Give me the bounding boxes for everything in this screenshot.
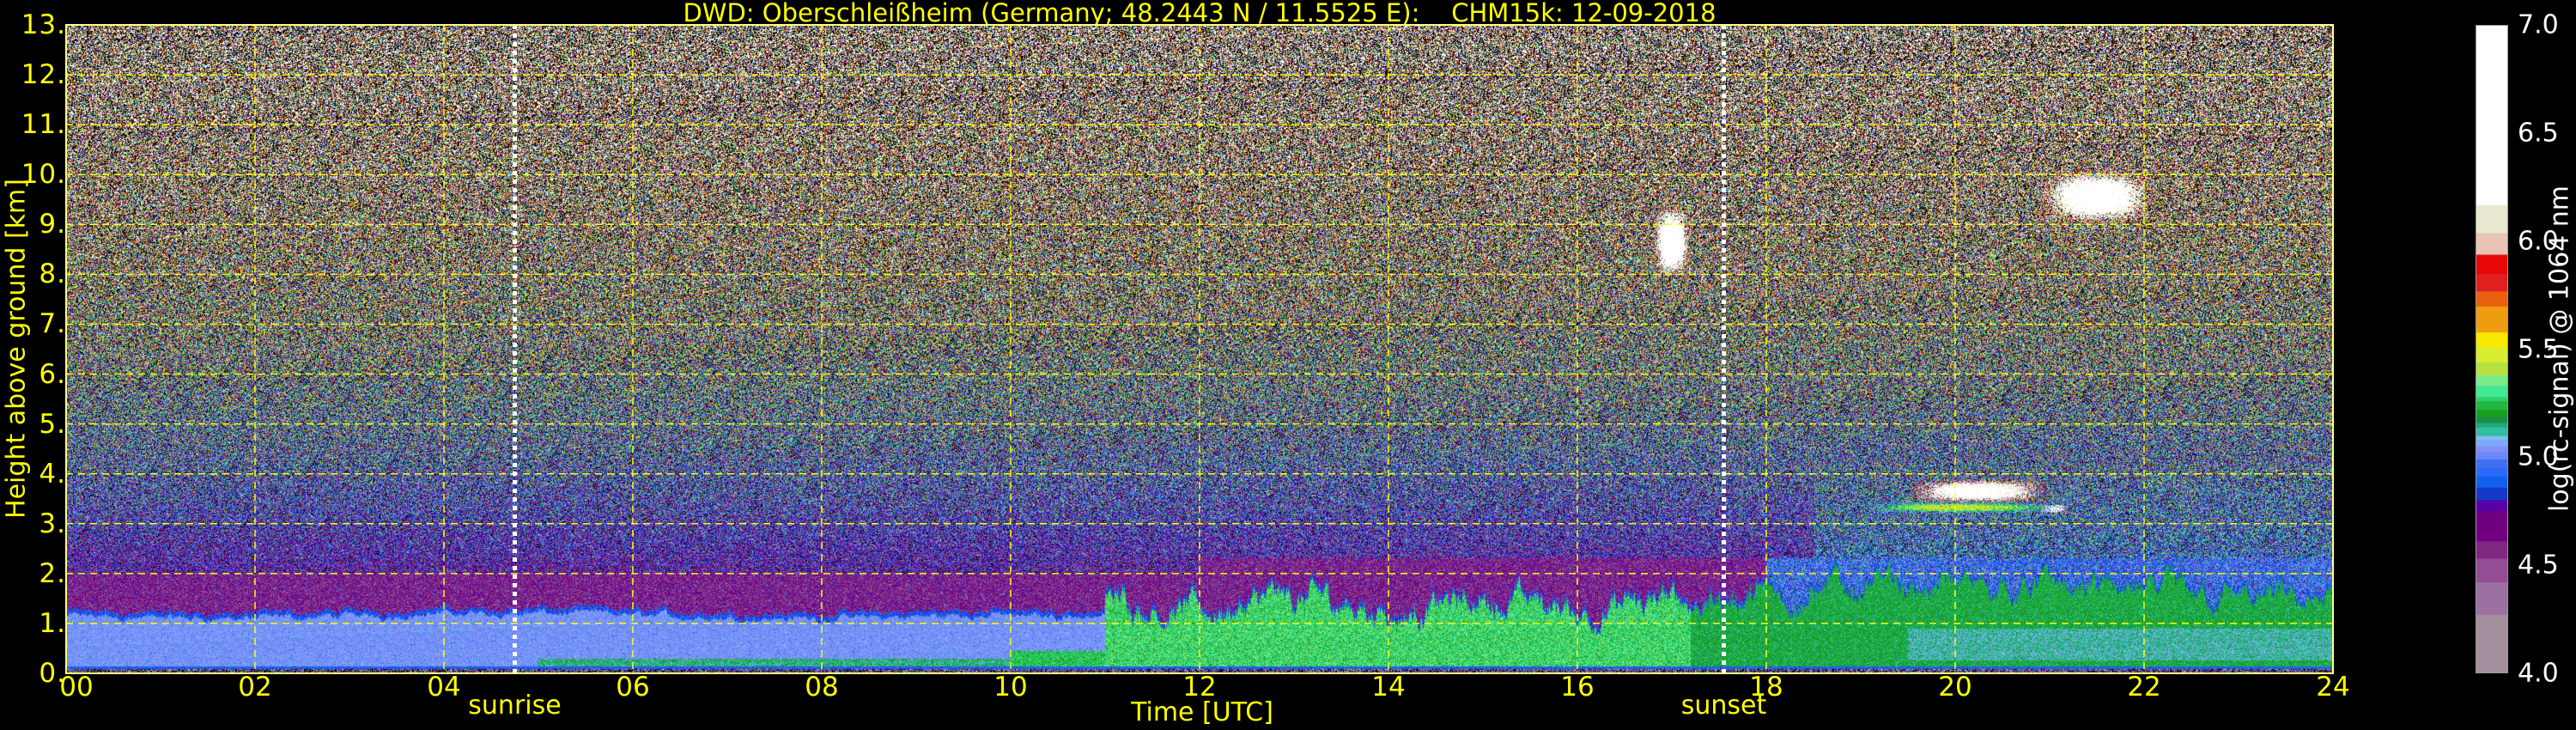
- y-tick-label: 13.: [21, 9, 66, 40]
- x-axis-label: Time [UTC]: [1131, 697, 1273, 727]
- chart-title: DWD: Oberschleißheim (Germany; 48.2443 N…: [683, 0, 1716, 27]
- colorbar-tick-label: 6.5: [2518, 118, 2559, 149]
- y-tick-label: 2.: [39, 557, 66, 589]
- colorbar-label: log(rc-signal) @ 1064 nm: [2544, 185, 2575, 513]
- x-tick-label: 08: [805, 672, 839, 703]
- y-tick-label: 1.: [39, 607, 66, 639]
- plot-area: [65, 24, 2334, 674]
- colorbar-tick-label: 4.5: [2518, 550, 2559, 581]
- x-tick-label: 10: [993, 672, 1028, 703]
- x-tick-label: 22: [2127, 672, 2161, 703]
- x-tick-label: 02: [238, 672, 272, 703]
- sunrise-label: sunrise: [468, 690, 562, 721]
- y-tick-label: 12.: [21, 59, 66, 91]
- grid-overlay: [65, 24, 2334, 674]
- x-tick-label: 14: [1371, 672, 1406, 703]
- x-tick-label: 04: [427, 672, 461, 703]
- x-tick-label: 16: [1560, 672, 1595, 703]
- y-tick-label: 11.: [21, 109, 66, 141]
- sunset-label: sunset: [1680, 690, 1767, 721]
- colorbar-tick-label: 7.0: [2518, 9, 2559, 40]
- y-axis-label: Height above ground [km]: [1, 179, 32, 519]
- colorbar-tick-label: 4.0: [2518, 658, 2559, 689]
- colorbar: [2476, 25, 2508, 673]
- x-tick-label: 20: [1938, 672, 1972, 703]
- x-tick-label: 24: [2316, 672, 2350, 703]
- x-tick-label: 06: [616, 672, 650, 703]
- y-tick-label: 0.: [39, 658, 66, 689]
